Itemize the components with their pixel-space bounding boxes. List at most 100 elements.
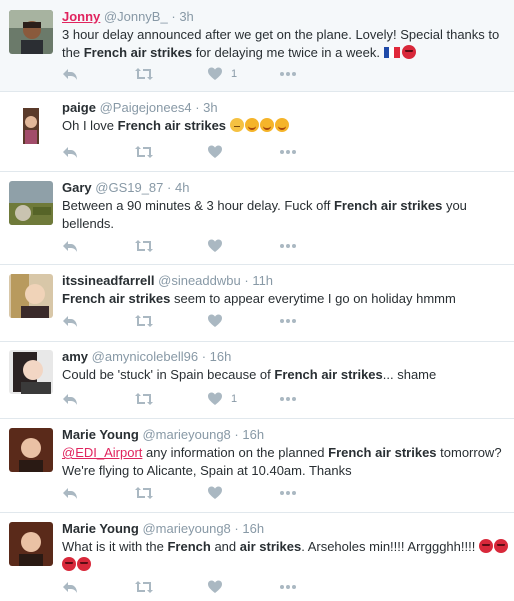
angry-face-icon [478,539,493,553]
user-handle[interactable]: @amynicolebell96 [92,349,198,364]
search-term: French air strikes [62,291,171,306]
angry-face-icon [401,44,416,59]
reply-icon[interactable] [62,485,78,501]
like-button[interactable] [207,238,223,254]
timestamp[interactable]: 3h [203,100,217,115]
eye-roll-face-icon [229,118,244,132]
tweet-actions: 1 [62,391,322,407]
angry-face-icon [77,556,91,571]
reply-icon[interactable] [62,313,78,329]
more-icon[interactable] [279,485,297,501]
avatar[interactable] [9,104,53,148]
retweet-icon[interactable] [135,66,153,82]
retweet-icon[interactable] [135,391,153,407]
smiling-face-icon [244,118,259,132]
tweet[interactable]: itssineadfarrell @sineaddwbu · 11h Frenc… [0,265,514,342]
smiling-face-icon [259,118,274,132]
retweet-icon[interactable] [135,313,153,329]
like-button[interactable]: 1 [207,391,237,407]
heart-icon [208,392,222,405]
timestamp[interactable]: 11h [252,273,273,288]
tweet-text: Oh I love French air strikes [62,117,510,135]
search-term: air strikes [239,539,302,554]
tweet[interactable]: Marie Young @marieyoung8 · 16h @EDI_Airp… [0,419,514,513]
user-name[interactable]: paige [62,100,96,115]
user-handle[interactable]: @GS19_87 [95,180,163,195]
tweet-actions: 1 [62,66,322,82]
tweet-header: Marie Young @marieyoung8 · 16h [62,427,265,442]
angry-face-icon [493,539,508,553]
tweet-header: amy @amynicolebell96 · 16h [62,349,232,364]
avatar[interactable] [9,10,53,54]
timestamp[interactable]: 16h [210,349,232,364]
avatar[interactable] [9,274,53,318]
user-handle[interactable]: @JonnyB_ [104,9,168,24]
reply-icon[interactable] [62,144,78,160]
heart-icon [208,314,222,327]
search-term: French air strikes [333,198,443,213]
tweet[interactable]: Gary @GS19_87 · 4h Between a 90 minutes … [0,172,514,265]
like-button[interactable] [207,485,223,501]
tweet-actions [62,144,322,160]
tweet-text: @EDI_Airport any information on the plan… [62,445,502,478]
avatar[interactable] [9,428,53,472]
tweet-header: paige @Paigejonees4 · 3h [62,100,218,115]
tweet-text: 3 hour delay announced after we get on t… [62,27,500,60]
tweet[interactable]: Marie Young @marieyoung8 · 16h What is i… [0,513,514,601]
search-term: French [167,539,211,554]
heart-icon [208,486,222,499]
tweet[interactable]: Jonny @JonnyB_ · 3h 3 hour delay announc… [0,0,514,92]
search-term: French air strikes [274,367,383,382]
search-term: French air strikes [117,118,227,133]
tweet[interactable]: paige @Paigejonees4 · 3h Oh I love Frenc… [0,92,514,172]
tweet-text: French air strikes seem to appear everyt… [62,291,456,306]
more-icon[interactable] [279,313,297,329]
tweet-feed: Jonny @JonnyB_ · 3h 3 hour delay announc… [0,0,514,601]
mention-link[interactable]: @EDI_Airport [62,445,142,460]
user-handle[interactable]: @Paigejonees4 [100,100,192,115]
timestamp[interactable]: 16h [242,521,264,536]
reply-icon[interactable] [62,579,78,595]
reply-icon[interactable] [62,238,78,254]
user-name[interactable]: itssineadfarrell [62,273,155,288]
more-icon[interactable] [279,391,297,407]
tweet-text: Between a 90 minutes & 3 hour delay. Fuc… [62,198,467,231]
user-name[interactable]: amy [62,349,88,364]
retweet-icon[interactable] [135,238,153,254]
avatar[interactable] [9,181,53,225]
smiling-face-icon [274,118,289,132]
like-button[interactable] [207,313,223,329]
angry-face-icon [62,556,76,571]
retweet-icon[interactable] [135,579,153,595]
tweet-text: Could be 'stuck' in Spain because of Fre… [62,367,437,382]
tweet-actions [62,579,322,595]
user-name[interactable]: Gary [62,180,92,195]
more-icon[interactable] [279,144,297,160]
like-button[interactable] [207,144,223,160]
reply-icon[interactable] [62,391,78,407]
user-handle[interactable]: @marieyoung8 [142,521,230,536]
heart-icon [208,145,222,158]
retweet-icon[interactable] [135,144,153,160]
reply-icon[interactable] [62,66,78,82]
timestamp[interactable]: 4h [175,180,189,195]
avatar[interactable] [9,350,53,394]
user-handle[interactable]: @sineaddwbu [158,273,241,288]
timestamp[interactable]: 16h [242,427,264,442]
user-name[interactable]: Jonny [62,9,100,24]
more-icon[interactable] [279,66,297,82]
like-button[interactable]: 1 [207,66,237,82]
avatar[interactable] [9,522,53,566]
tweet-header: Gary @GS19_87 · 4h [62,180,190,195]
tweet-header: Jonny @JonnyB_ · 3h [62,9,194,24]
search-term: French air strikes [83,44,193,60]
user-name[interactable]: Marie Young [62,521,139,536]
like-button[interactable] [207,579,223,595]
user-handle[interactable]: @marieyoung8 [142,427,230,442]
more-icon[interactable] [279,579,297,595]
timestamp[interactable]: 3h [179,9,193,24]
retweet-icon[interactable] [135,485,153,501]
more-icon[interactable] [279,238,297,254]
tweet[interactable]: amy @amynicolebell96 · 16h Could be 'stu… [0,342,514,419]
user-name[interactable]: Marie Young [62,427,139,442]
